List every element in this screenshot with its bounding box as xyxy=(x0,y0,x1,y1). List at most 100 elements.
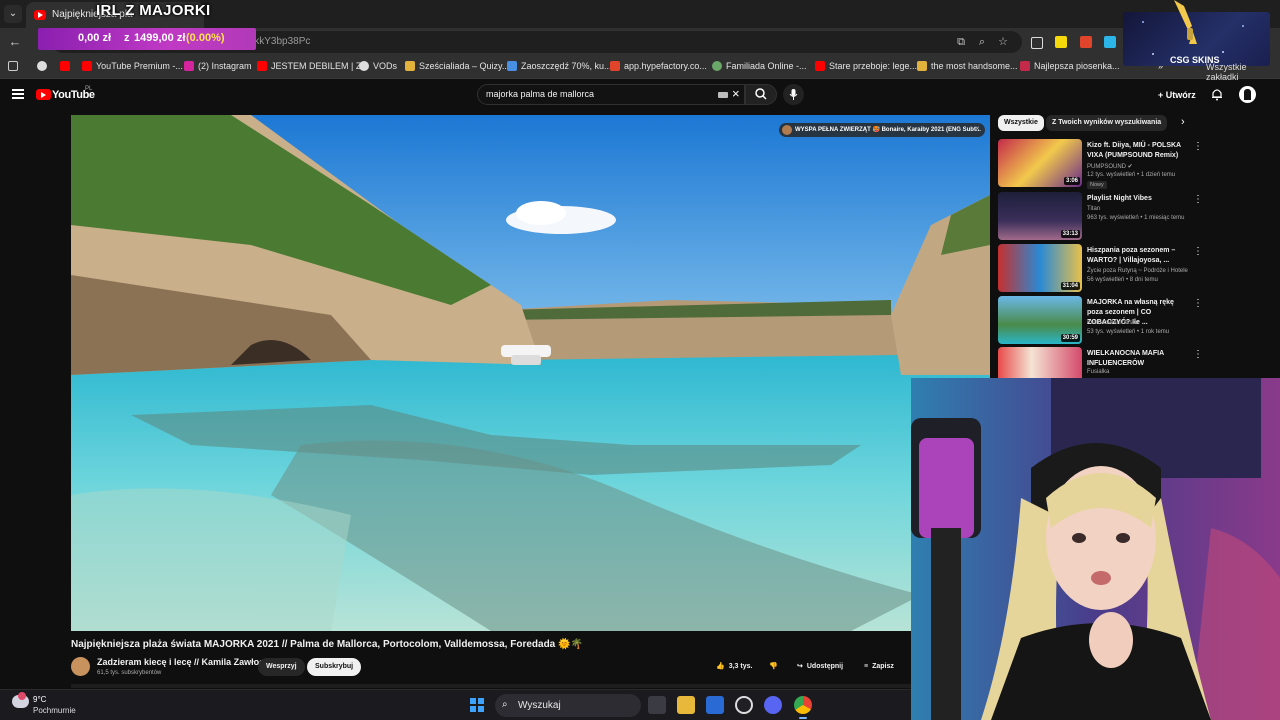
region-code: PL xyxy=(85,86,93,92)
recommendation-title[interactable]: Hiszpania poza sezonem – WARTO? | Villaj… xyxy=(1087,246,1191,266)
globe-icon xyxy=(359,61,369,71)
bookmark-stare-przeboje[interactable]: Stare przeboje: lege... xyxy=(829,61,917,71)
subscribe-button[interactable]: Subskrybuj xyxy=(307,658,362,676)
apps-grid-icon[interactable] xyxy=(8,61,18,71)
recommendation-channel[interactable]: Fusialka xyxy=(1087,369,1109,375)
video-thumbnail[interactable]: 30:59 xyxy=(998,296,1082,344)
recommendation-stats: 12 tys. wyświetleń • 1 dzień temu xyxy=(1087,172,1176,178)
video-duration: 31:04 xyxy=(1060,282,1080,290)
bookmark-vods[interactable]: VODs xyxy=(373,61,397,71)
instagram-icon xyxy=(184,61,194,71)
recommendation-item[interactable]: 33:13 Playlist Night Vibes Titan 963 tys… xyxy=(998,192,1208,240)
more-options-icon[interactable]: ⋮ xyxy=(1193,246,1203,257)
search-input[interactable]: majorka palma de mallorca × xyxy=(477,84,745,105)
weather-description[interactable]: Pochmurnie xyxy=(33,706,76,715)
more-options-icon[interactable]: ⋮ xyxy=(1193,298,1203,309)
donation-goal-overlay: 0,00 zł z 1499,00 zł (0.00%) xyxy=(38,28,256,50)
support-button[interactable]: Wesprzyj xyxy=(258,658,305,676)
bookmark-star-icon[interactable]: ☆ xyxy=(996,35,1010,49)
recommendation-channel[interactable]: Życie poza Rutyną ~ Podróże i Hotele xyxy=(1087,268,1188,274)
search-query[interactable]: majorka palma de mallorca xyxy=(486,89,594,99)
recommendation-title[interactable]: WIELKANOCNA MAFIA INFLUENCERÓW xyxy=(1087,349,1191,369)
plus-icon: + xyxy=(1158,90,1166,100)
create-button[interactable]: + Utwórz xyxy=(1152,85,1202,105)
more-options-icon[interactable]: ⋮ xyxy=(1193,349,1203,360)
recommendation-channel[interactable]: PUMPSOUND ✔ xyxy=(1087,163,1133,170)
extension-icon[interactable] xyxy=(1080,36,1092,48)
channel-name[interactable]: Zadzieram kiecę i lecę // Kamila Zawłock… xyxy=(97,657,274,667)
file-explorer-icon[interactable] xyxy=(677,696,695,714)
video-player[interactable] xyxy=(71,115,990,631)
video-thumbnail[interactable]: 3:06 xyxy=(998,139,1082,187)
zoom-icon[interactable]: ⌕ xyxy=(975,35,989,49)
task-view-icon[interactable] xyxy=(648,696,666,714)
video-duration: 3:06 xyxy=(1063,177,1080,185)
video-thumbnail[interactable]: 31:04 xyxy=(998,244,1082,292)
weather-temperature[interactable]: 9°C xyxy=(33,695,46,704)
clear-search-icon[interactable]: × xyxy=(732,86,740,101)
like-button[interactable]: 👍 3,3 tys. xyxy=(712,658,756,676)
obs-icon[interactable] xyxy=(735,696,753,714)
menu-icon[interactable] xyxy=(12,89,24,99)
bookmark-youtube-premium[interactable]: YouTube Premium -... xyxy=(96,61,183,71)
recommendation-stats: 56 wyświetleń • 8 dni temu xyxy=(1087,277,1158,283)
bookmark-icon[interactable] xyxy=(37,61,47,71)
account-avatar[interactable] xyxy=(1239,86,1256,103)
share-button[interactable]: ↪ Udostępnij xyxy=(793,658,847,676)
search-button[interactable] xyxy=(745,84,777,105)
chevron-right-icon[interactable]: › xyxy=(1181,116,1185,128)
bookmark-familiada[interactable]: Familiada Online -... xyxy=(726,61,807,71)
youtube-logo-icon[interactable] xyxy=(36,89,51,100)
discord-icon[interactable] xyxy=(764,696,782,714)
save-button[interactable]: ≡ Zapisz xyxy=(860,658,898,676)
youtube-icon[interactable] xyxy=(60,61,70,71)
chip-all[interactable]: Wszystkie xyxy=(998,115,1044,131)
bookmark-jestem-debilem[interactable]: JESTEM DEBILEM | Z... xyxy=(271,61,369,71)
taskbar-search-input[interactable]: ⌕ Wyszukaj xyxy=(495,694,641,717)
more-options-icon[interactable]: ⋮ xyxy=(1193,194,1203,205)
voice-search-button[interactable] xyxy=(783,84,804,105)
microsoft-store-icon[interactable] xyxy=(706,696,724,714)
bookmark-most-handsome[interactable]: the most handsome... xyxy=(931,61,1018,71)
bookmark-hypefactory[interactable]: app.hypefactory.co... xyxy=(624,61,707,71)
suggested-video-chip[interactable]: WYSPA PEŁNA ZWIERZĄT 🥵 Bonaire, Karaiby … xyxy=(779,123,985,137)
stream-title-overlay: IRL Z MAJORKI xyxy=(96,2,211,19)
recommendation-item[interactable]: WIELKANOCNA MAFIA INFLUENCERÓW Fusialka … xyxy=(998,347,1208,378)
extension-icon[interactable] xyxy=(1055,36,1067,48)
video-thumbnail[interactable] xyxy=(998,347,1082,378)
recommendation-title[interactable]: Playlist Night Vibes xyxy=(1087,194,1191,204)
video-thumbnail[interactable]: 33:13 xyxy=(998,192,1082,240)
recommendation-item[interactable]: 30:59 MAJORKA na własną rękę poza sezone… xyxy=(998,296,1208,344)
donation-goal: 1499,00 zł xyxy=(134,32,186,44)
bookmark-instagram[interactable]: (2) Instagram xyxy=(198,61,252,71)
keyboard-icon[interactable] xyxy=(718,92,728,98)
back-arrow-icon[interactable]: ← xyxy=(6,33,24,51)
all-bookmarks-link[interactable]: Wszystkie zakładki xyxy=(1206,62,1280,82)
close-icon[interactable]: × xyxy=(975,124,980,133)
chip-from-search[interactable]: Z Twoich wyników wyszukiwania xyxy=(1046,115,1168,131)
weather-cloud-icon[interactable] xyxy=(12,692,29,708)
search-icon: ⌕ xyxy=(502,699,508,710)
streamer-webcam xyxy=(911,378,1280,720)
extension-icon[interactable] xyxy=(1104,36,1116,48)
chrome-icon[interactable] xyxy=(794,696,812,719)
dislike-button[interactable]: 👎 xyxy=(765,658,786,676)
install-icon[interactable]: ⧉ xyxy=(954,35,968,49)
youtube-header: YouTube PL majorka palma de mallorca × +… xyxy=(0,80,1280,110)
bookmark-zaoszczedz[interactable]: Zaoszczędź 70%, ku... xyxy=(521,61,612,71)
channel-avatar[interactable] xyxy=(71,657,90,676)
extension-icon[interactable] xyxy=(1031,37,1043,49)
recommendation-title[interactable]: Kizo ft. Diiya, MIÜ - POLSKA VIXA (PUMPS… xyxy=(1087,141,1191,161)
donation-separator: z xyxy=(124,32,130,44)
video-duration: 33:13 xyxy=(1060,230,1080,238)
tab-search-button[interactable]: ⌄ xyxy=(4,5,22,23)
notifications-bell-icon[interactable] xyxy=(1211,88,1223,101)
recommendation-item[interactable]: 3:06 Kizo ft. Diiya, MIÜ - POLSKA VIXA (… xyxy=(998,139,1208,189)
windows-start-icon[interactable] xyxy=(470,698,484,712)
recommendation-channel[interactable]: milena wilamowska xyxy=(1087,320,1139,326)
bookmark-najlepsza-piosenka[interactable]: Najlepsza piosenka... xyxy=(1034,61,1120,71)
recommendation-item[interactable]: 31:04 Hiszpania poza sezonem – WARTO? | … xyxy=(998,244,1208,292)
recommendation-channel[interactable]: Titan xyxy=(1087,206,1100,212)
more-options-icon[interactable]: ⋮ xyxy=(1193,141,1203,152)
bookmark-quizy[interactable]: Sześcialiada – Quizy... xyxy=(419,61,509,71)
